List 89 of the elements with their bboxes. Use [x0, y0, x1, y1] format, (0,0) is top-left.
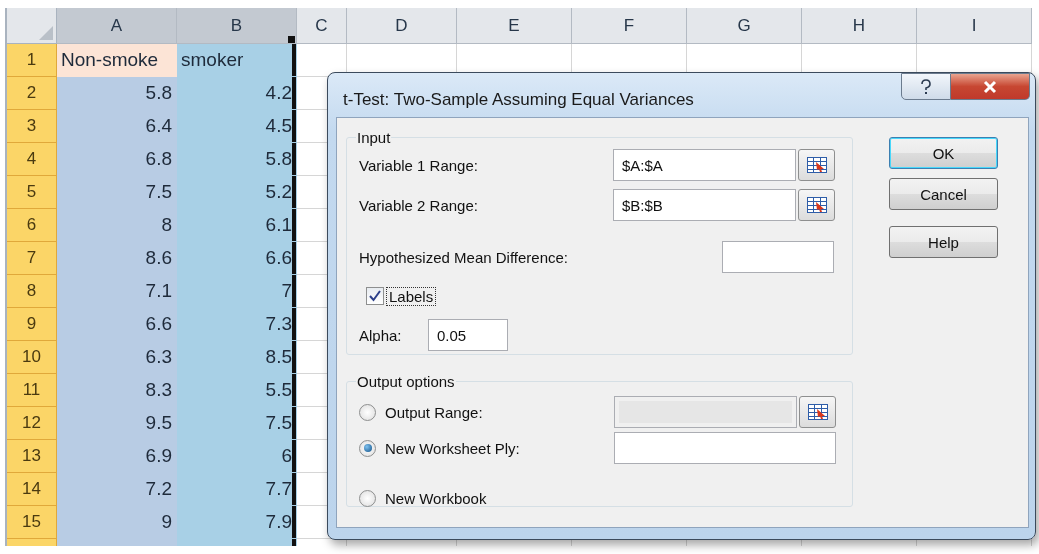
row-header[interactable]: 7 — [7, 242, 57, 275]
group-label: Output options — [356, 373, 456, 390]
column-header[interactable]: G — [687, 8, 802, 44]
row-header[interactable]: 8 — [7, 275, 57, 308]
checkbox-label: Labels — [387, 287, 436, 305]
help-button[interactable] — [901, 73, 951, 100]
table-cell: 5.8 — [57, 77, 177, 110]
window-title: t-Test: Two-Sample Assuming Equal Variances — [343, 90, 695, 110]
table-cell: 6.6 — [177, 242, 297, 275]
row-header[interactable]: 14 — [7, 473, 57, 506]
row-header[interactable]: 9 — [7, 308, 57, 341]
dialog-button[interactable]: Help — [889, 226, 998, 258]
table-cell: 7.9 — [177, 506, 297, 539]
table-cell: 7.5 — [177, 407, 297, 440]
select-all-icon — [39, 26, 53, 40]
row-header[interactable]: 6 — [7, 209, 57, 242]
table-cell: 8.6 — [57, 242, 177, 275]
row-header[interactable]: 3 — [7, 110, 57, 143]
table-cell: 7.1 — [57, 275, 177, 308]
range-picker-button[interactable] — [798, 189, 835, 221]
column-header[interactable]: D — [347, 8, 457, 44]
radio-label: Output Range: — [385, 403, 484, 421]
table-cell: 6.4 — [57, 110, 177, 143]
column-header[interactable]: F — [572, 8, 687, 44]
column-header[interactable]: H — [802, 8, 917, 44]
table-cell: 4.2 — [177, 77, 297, 110]
row-header[interactable]: 1 — [7, 44, 57, 77]
row-header[interactable]: 4 — [7, 143, 57, 176]
table-cell: 6 — [177, 440, 297, 473]
table-cell: 9 — [57, 506, 177, 539]
table-arrow-icon — [806, 157, 827, 173]
close-icon — [983, 79, 997, 94]
column-header[interactable]: E — [457, 8, 572, 44]
dialog-button[interactable]: Cancel — [889, 178, 998, 210]
table-cell: 9.5 — [57, 407, 177, 440]
table-cell: Non-smoke — [57, 44, 177, 77]
table-cell: 6.8 — [57, 143, 177, 176]
row-header[interactable]: 11 — [7, 374, 57, 407]
field-label: Hypothesized Mean Difference: — [359, 248, 569, 266]
table-cell: 5.8 — [177, 143, 297, 176]
group-label: Input — [356, 129, 392, 146]
field-label: Variable 1 Range: — [359, 156, 479, 174]
radio-button[interactable] — [359, 489, 376, 507]
input-field[interactable]: 0.05 — [428, 319, 508, 351]
row-header[interactable]: 5 — [7, 176, 57, 209]
radio-label: New Worksheet Ply: — [385, 439, 521, 457]
range-picker-button[interactable] — [798, 149, 835, 181]
input-field[interactable] — [614, 432, 836, 464]
radio-label: New Workbook — [385, 489, 488, 507]
column-header[interactable]: C — [297, 8, 347, 44]
table-cell: smoker — [177, 44, 297, 77]
table-arrow-icon — [807, 404, 828, 420]
table-cell: 7.7 — [177, 473, 297, 506]
input-field[interactable]: $A:$A — [613, 149, 796, 181]
table-cell: 6.3 — [57, 341, 177, 374]
table-cell: 6.1 — [177, 209, 297, 242]
table-cell: 6.9 — [57, 440, 177, 473]
table-cell: 6.6 — [57, 308, 177, 341]
row-header[interactable]: 10 — [7, 341, 57, 374]
input-field[interactable] — [722, 241, 834, 273]
row-header[interactable]: 13 — [7, 440, 57, 473]
table-cell: 7.3 — [177, 308, 297, 341]
field-label: Variable 2 Range: — [359, 196, 479, 214]
table-cell: 8.5 — [177, 341, 297, 374]
table-cell: 8.3 — [57, 374, 177, 407]
column-header[interactable]: B — [177, 8, 297, 44]
radio-button[interactable] — [359, 439, 376, 457]
checkbox[interactable] — [366, 287, 384, 305]
dialog-button[interactable]: OK — [889, 137, 998, 169]
table-cell: 8 — [57, 209, 177, 242]
table-cell: 5.5 — [177, 374, 297, 407]
table-cell: 4.5 — [177, 110, 297, 143]
selection-handle[interactable] — [288, 36, 295, 43]
row-header[interactable]: 15 — [7, 506, 57, 539]
input-field[interactable]: $B:$B — [613, 189, 796, 221]
table-cell: 5.2 — [177, 176, 297, 209]
checkmark-icon — [369, 290, 381, 302]
field-label: Alpha: — [359, 326, 403, 344]
row-header[interactable]: 2 — [7, 77, 57, 110]
row-header[interactable]: 12 — [7, 407, 57, 440]
range-picker-button[interactable] — [799, 396, 836, 428]
column-header[interactable]: I — [917, 8, 1032, 44]
question-mark-icon — [918, 78, 934, 95]
table-cell: 7 — [177, 275, 297, 308]
table-cell: 7.2 — [57, 473, 177, 506]
table-cell: 7.5 — [57, 176, 177, 209]
table-arrow-icon — [806, 197, 827, 213]
column-header[interactable]: A — [57, 8, 177, 44]
close-button[interactable] — [951, 73, 1030, 100]
